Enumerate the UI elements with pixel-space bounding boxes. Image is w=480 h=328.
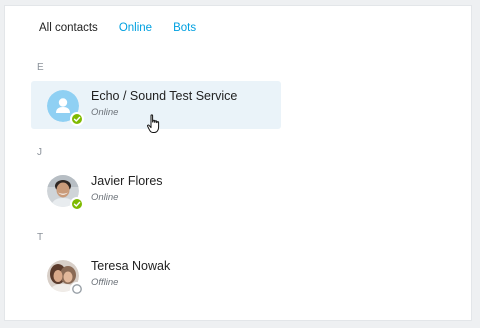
online-status-icon (70, 112, 84, 126)
contact-item-teresa[interactable]: Teresa Nowak Offline (31, 251, 281, 299)
section-header-e: E (37, 62, 45, 73)
contact-status-text: Online (91, 192, 119, 203)
tab-all-contacts[interactable]: All contacts (39, 22, 98, 34)
hand-cursor-icon (146, 114, 162, 134)
contact-filter-tabs: All contacts Online Bots (39, 18, 196, 38)
tab-online[interactable]: Online (119, 22, 152, 34)
contact-status-text: Online (91, 107, 119, 118)
contacts-panel: All contacts Online Bots E Echo / Sound … (4, 5, 472, 321)
offline-status-icon (70, 282, 84, 296)
contact-name: Teresa Nowak (91, 259, 171, 273)
contact-status-text: Offline (91, 277, 119, 288)
contact-name: Echo / Sound Test Service (91, 89, 238, 103)
contact-name: Javier Flores (91, 174, 163, 188)
online-status-icon (70, 197, 84, 211)
contact-item-javier[interactable]: Javier Flores Online (31, 166, 281, 214)
section-header-t: T (37, 232, 44, 243)
tab-bots[interactable]: Bots (173, 22, 196, 34)
section-header-j: J (37, 147, 43, 158)
